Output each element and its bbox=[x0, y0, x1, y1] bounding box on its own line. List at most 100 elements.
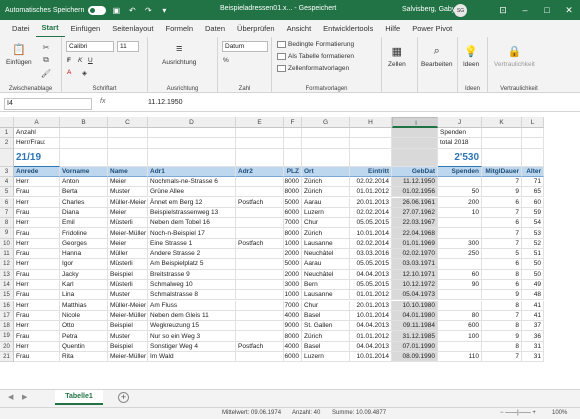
cell[interactable] bbox=[60, 138, 108, 149]
table-cell[interactable]: 2000 bbox=[284, 249, 302, 260]
name-box[interactable]: I4 bbox=[4, 98, 92, 110]
cell[interactable] bbox=[60, 148, 108, 167]
close-icon[interactable]: ✕ bbox=[558, 0, 580, 20]
column-header-i[interactable]: I bbox=[392, 117, 438, 128]
table-cell[interactable]: Herr bbox=[14, 176, 60, 188]
table-cell[interactable]: Andere Strasse 2 bbox=[148, 249, 236, 260]
table-cell[interactable]: Herr bbox=[14, 259, 60, 270]
table-cell[interactable]: St. Gallen bbox=[302, 321, 350, 332]
table-cell[interactable]: 90 bbox=[438, 279, 482, 291]
row-header-17[interactable]: 17 bbox=[0, 310, 14, 322]
underline-button[interactable]: U bbox=[88, 57, 93, 64]
table-cell[interactable]: 7 bbox=[482, 310, 522, 322]
table-cell[interactable]: Neben dem Gleis 11 bbox=[148, 310, 236, 322]
table-cell[interactable]: Am Fluss bbox=[148, 300, 236, 311]
cell[interactable] bbox=[236, 148, 284, 167]
table-cell[interactable]: 04.01.1980 bbox=[392, 310, 438, 322]
table-header-cell[interactable]: Vorname bbox=[60, 166, 108, 177]
table-cell[interactable]: Herr bbox=[14, 321, 60, 332]
table-cell[interactable]: 41 bbox=[522, 300, 544, 311]
table-cell[interactable]: 02.02.2014 bbox=[350, 176, 392, 188]
bold-button[interactable]: F bbox=[67, 57, 71, 64]
table-cell[interactable]: Muster bbox=[108, 187, 148, 198]
table-cell[interactable]: Chur bbox=[302, 300, 350, 311]
row-header-10[interactable]: 10 bbox=[0, 238, 14, 249]
table-cell[interactable]: 09.11.1984 bbox=[392, 321, 438, 332]
percent-icon[interactable]: % bbox=[223, 57, 229, 64]
cell[interactable] bbox=[236, 138, 284, 149]
table-cell[interactable]: Emil bbox=[60, 218, 108, 229]
table-cell[interactable] bbox=[236, 218, 284, 229]
tab-daten[interactable]: Daten bbox=[199, 20, 231, 37]
table-cell[interactable]: Am Beispielplatz 5 bbox=[148, 259, 236, 270]
tab-ueberpruefen[interactable]: Überprüfen bbox=[231, 20, 281, 37]
column-header-a[interactable]: A bbox=[14, 117, 60, 128]
table-cell[interactable]: 9000 bbox=[284, 321, 302, 332]
table-cell[interactable]: Herr bbox=[14, 279, 60, 291]
table-cell[interactable]: Berta bbox=[60, 187, 108, 198]
save-icon[interactable]: ▣ bbox=[110, 4, 122, 16]
cell[interactable] bbox=[236, 128, 284, 139]
table-cell[interactable]: Frau bbox=[14, 207, 60, 219]
row-header-8[interactable]: 8 bbox=[0, 218, 14, 229]
cell-styles-button[interactable]: Zellenformatvorlagen bbox=[277, 65, 349, 72]
table-cell[interactable]: 02.02.1970 bbox=[392, 249, 438, 260]
table-cell[interactable] bbox=[236, 187, 284, 198]
table-header-cell[interactable]: MitglDauer bbox=[482, 166, 522, 177]
maximize-icon[interactable]: □ bbox=[536, 0, 558, 20]
table-cell[interactable] bbox=[438, 290, 482, 301]
table-cell[interactable]: Igor bbox=[60, 259, 108, 270]
table-cell[interactable]: Frau bbox=[14, 269, 60, 280]
row-header-7[interactable]: 7 bbox=[0, 207, 14, 219]
row-header-11[interactable]: 11 bbox=[0, 249, 14, 260]
table-header-cell[interactable]: Name bbox=[108, 166, 148, 177]
table-cell[interactable]: 100 bbox=[438, 331, 482, 342]
table-cell[interactable]: 59 bbox=[522, 207, 544, 219]
table-cell[interactable]: Hanna bbox=[60, 249, 108, 260]
table-header-cell[interactable]: Anrede bbox=[14, 166, 60, 177]
table-cell[interactable]: 08.09.1990 bbox=[392, 352, 438, 363]
table-cell[interactable]: Beispiel bbox=[108, 321, 148, 332]
table-cell[interactable]: 04.04.2013 bbox=[350, 269, 392, 280]
table-cell[interactable]: 6 bbox=[482, 259, 522, 270]
fill-color-icon[interactable]: ◈ bbox=[82, 69, 87, 77]
table-cell[interactable]: 03.03.2016 bbox=[350, 249, 392, 260]
row-header-4[interactable]: 4 bbox=[0, 176, 14, 188]
cell[interactable] bbox=[482, 138, 522, 149]
row-header-21[interactable]: 21 bbox=[0, 352, 14, 363]
row-header-12[interactable]: 12 bbox=[0, 259, 14, 270]
table-header-cell[interactable]: Adr2 bbox=[236, 166, 284, 177]
table-cell[interactable]: Wegkreuzung 15 bbox=[148, 321, 236, 332]
tab-einfuegen[interactable]: Einfügen bbox=[65, 20, 107, 37]
cell-j2[interactable]: total 2018 bbox=[438, 138, 482, 149]
table-cell[interactable]: Schmalweg 10 bbox=[148, 279, 236, 291]
table-cell[interactable]: 60 bbox=[522, 197, 544, 208]
table-cell[interactable]: 05.05.2015 bbox=[350, 279, 392, 291]
column-header-h[interactable]: H bbox=[350, 117, 392, 128]
table-cell[interactable]: 7 bbox=[482, 228, 522, 239]
column-header-k[interactable]: K bbox=[482, 117, 522, 128]
table-cell[interactable]: 5000 bbox=[284, 259, 302, 270]
fx-icon[interactable]: fx bbox=[100, 98, 105, 105]
table-cell[interactable] bbox=[236, 259, 284, 270]
table-cell[interactable]: 01.01.2012 bbox=[350, 187, 392, 198]
table-cell[interactable]: 8 bbox=[482, 300, 522, 311]
column-header-l[interactable]: L bbox=[522, 117, 544, 128]
table-cell[interactable]: 50 bbox=[522, 269, 544, 280]
customize-qat-icon[interactable]: ▾ bbox=[158, 4, 170, 16]
ribbon-display-icon[interactable]: ⊡ bbox=[492, 0, 514, 20]
table-cell[interactable]: 8000 bbox=[284, 176, 302, 188]
table-cell[interactable]: 80 bbox=[438, 310, 482, 322]
table-cell[interactable]: 27.07.1962 bbox=[392, 207, 438, 219]
column-header-c[interactable]: C bbox=[108, 117, 148, 128]
table-cell[interactable]: Herr bbox=[14, 341, 60, 352]
table-cell[interactable]: 01.01.2012 bbox=[350, 331, 392, 342]
table-cell[interactable]: 5000 bbox=[284, 197, 302, 208]
table-cell[interactable]: 03.03.1971 bbox=[392, 259, 438, 270]
table-cell[interactable]: 05.04.1973 bbox=[392, 290, 438, 301]
column-header-e[interactable]: E bbox=[236, 117, 284, 128]
table-cell[interactable]: Meier-Müller bbox=[108, 352, 148, 363]
table-cell[interactable] bbox=[236, 300, 284, 311]
tab-seitenlayout[interactable]: Seitenlayout bbox=[106, 20, 159, 37]
table-cell[interactable]: Charles bbox=[60, 197, 108, 208]
